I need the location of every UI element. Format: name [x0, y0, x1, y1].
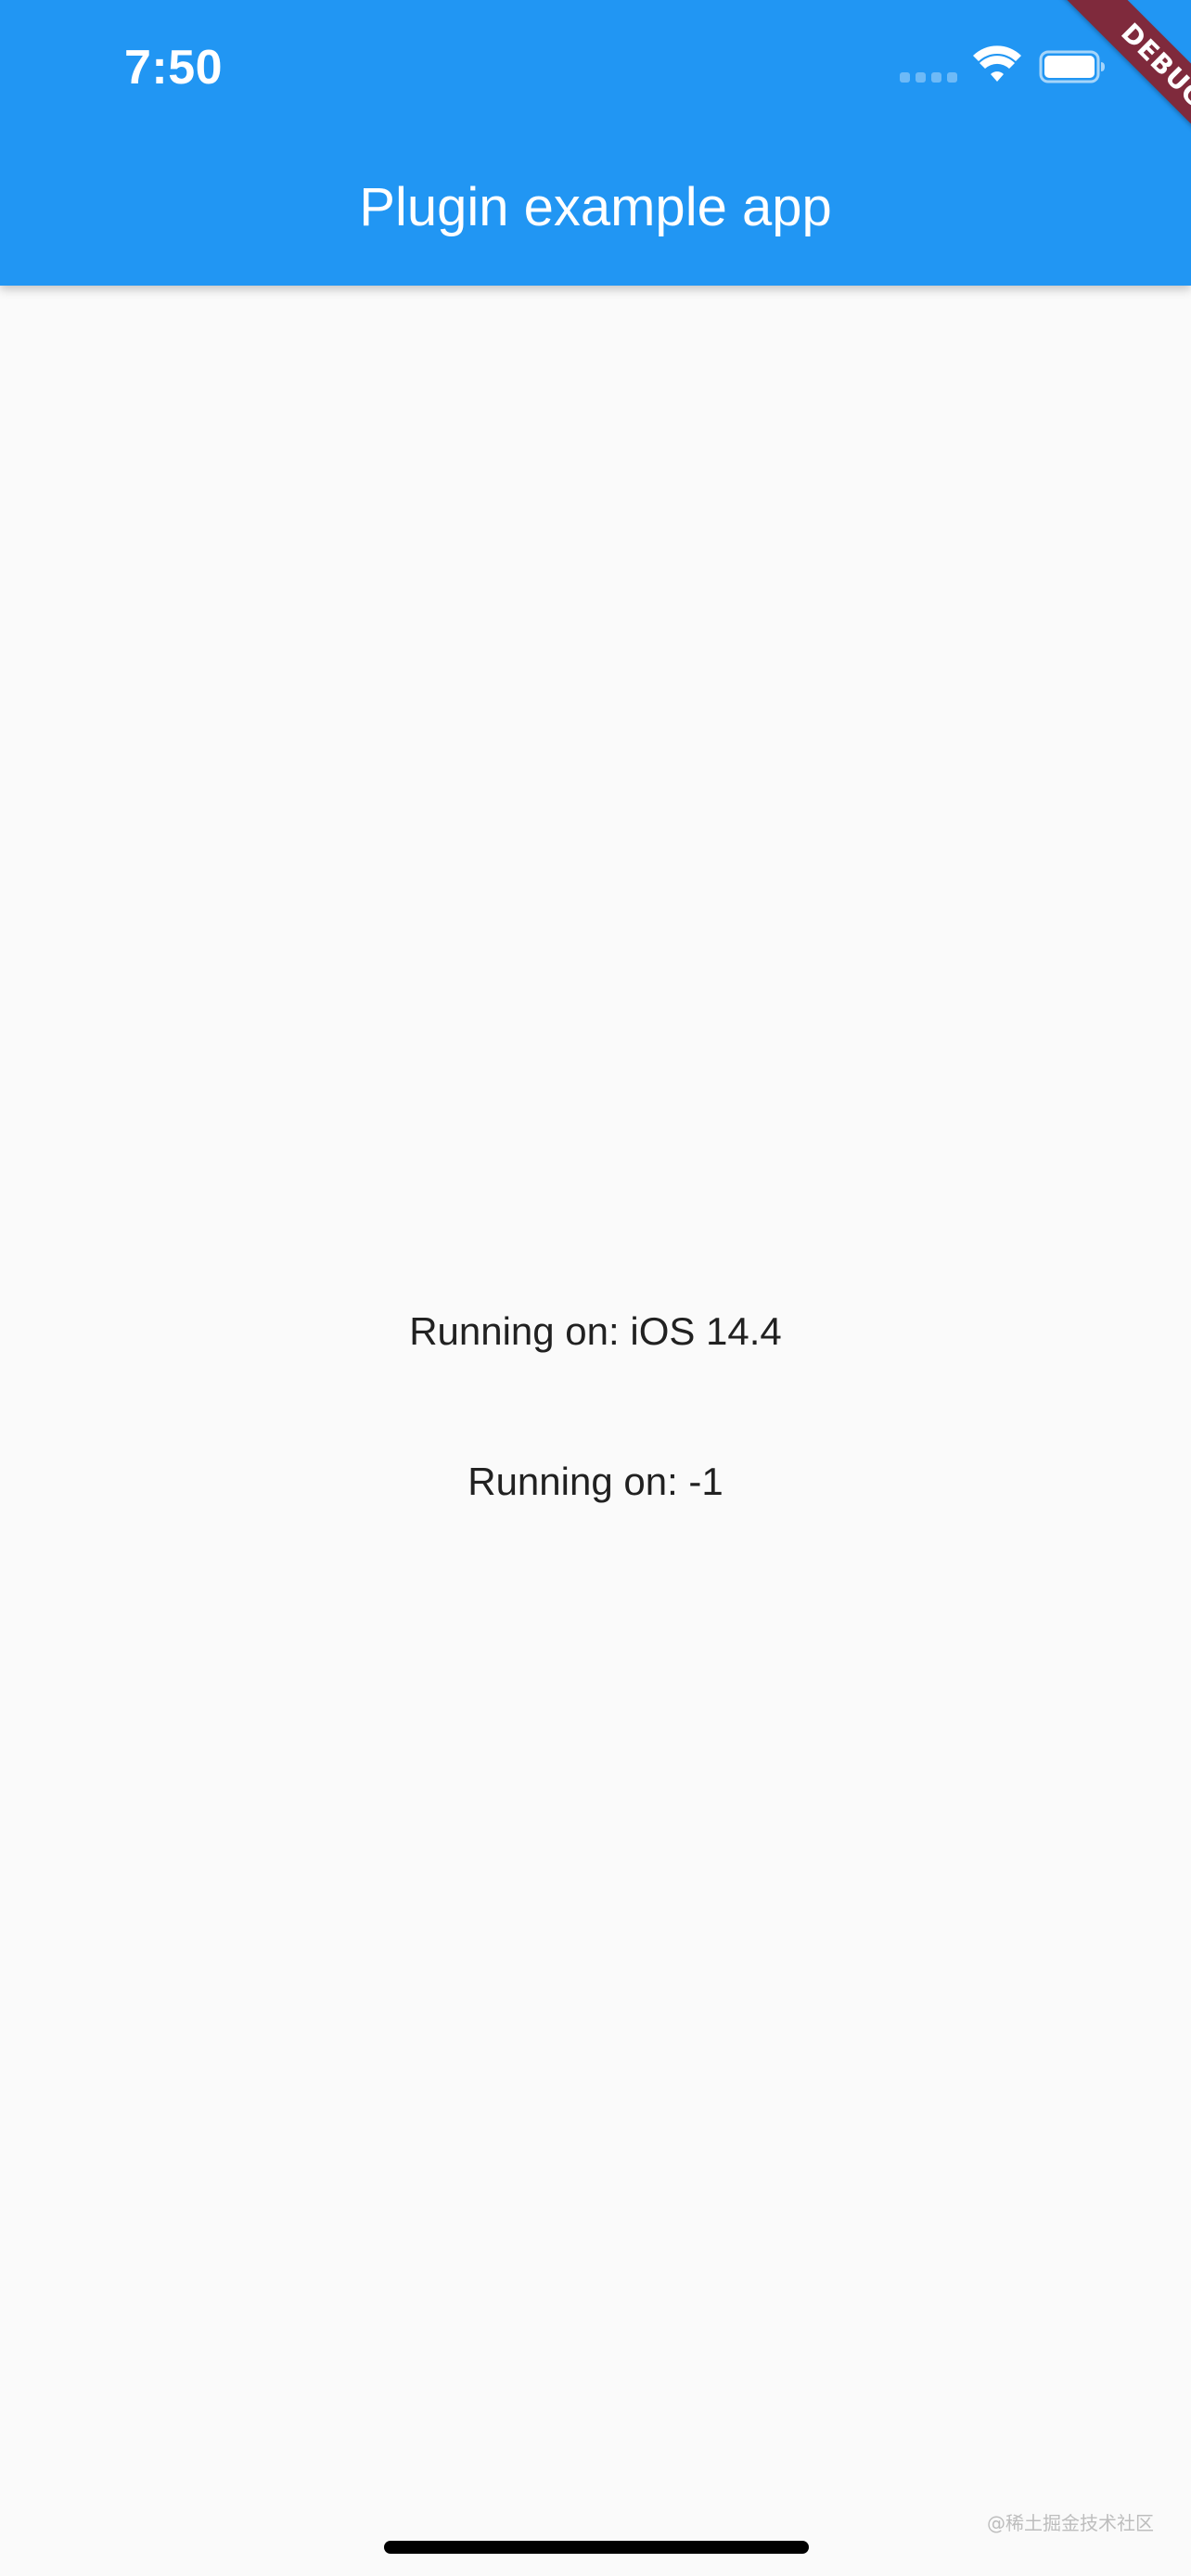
home-indicator[interactable] — [384, 2541, 809, 2554]
plugin-result-text: Running on: -1 — [467, 1460, 724, 1503]
status-time: 7:50 — [124, 41, 224, 95]
app-bar: 7:50 Plugin example app — [0, 0, 1191, 286]
wifi-icon — [973, 45, 1021, 82]
main-content: Running on: iOS 14.4 Running on: -1 — [0, 286, 1191, 2576]
watermark: @稀土掘金技术社区 — [987, 2512, 1154, 2534]
debug-banner: DEBUG — [1024, 0, 1191, 167]
platform-version-text: Running on: iOS 14.4 — [409, 1309, 782, 1353]
debug-banner-label: DEBUG — [1049, 0, 1191, 167]
cellular-signal-icon — [900, 72, 957, 83]
app-bar-title: Plugin example app — [359, 177, 832, 237]
